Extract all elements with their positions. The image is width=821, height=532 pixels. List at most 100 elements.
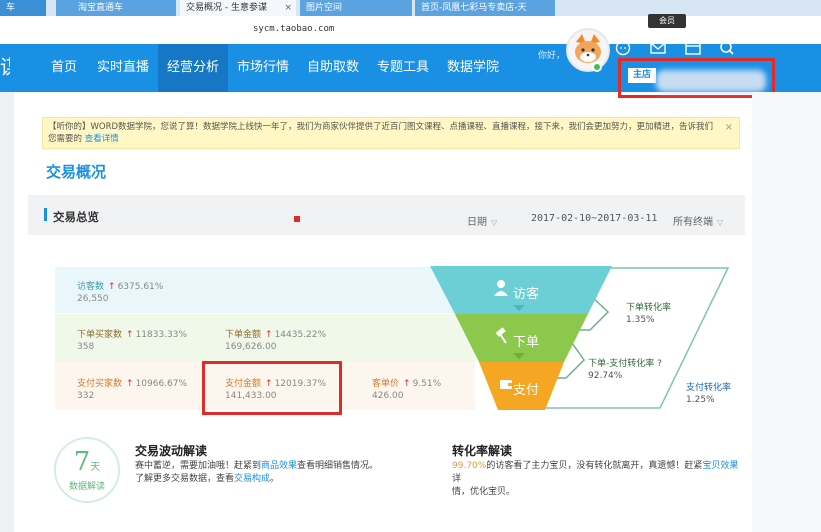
browser-tab-strip: 车 淘宝直通车 交易概况 - 生意参谋 × 图片空间 首页-凤凰七彩马专卖店-天 bbox=[0, 0, 821, 16]
funnel-order-label: 下单 bbox=[513, 335, 540, 350]
metric-label: 支付买家数 bbox=[77, 379, 123, 389]
order-pay-conversion-rate: 下单-支付转化率 ? 92.74% bbox=[588, 358, 662, 382]
nav-item-tools[interactable]: 专题工具 bbox=[370, 44, 436, 92]
metric-value: 358 bbox=[77, 342, 95, 352]
nav-item-realtime[interactable]: 实时直播 bbox=[90, 44, 156, 92]
order-row: 下单买家数 ↑ 11833.33% 358 下单金额 ↑ 14435.22% 169,6… bbox=[55, 314, 475, 362]
metric-change: 6375.61% bbox=[117, 282, 164, 292]
annotation-box bbox=[202, 361, 342, 415]
rate-label: 下单转化率 bbox=[626, 303, 672, 313]
browser-tab[interactable]: 淘宝直通车 bbox=[56, 0, 176, 16]
metric-value: 169,626.00 bbox=[225, 342, 277, 352]
visitors-row: 访客数 ↑ 6375.61% 26,550 bbox=[55, 267, 475, 313]
section-title: 交易总览 bbox=[53, 210, 99, 224]
metric-avg-price: 客单价 ↑ 9.51% 426.00 bbox=[372, 376, 441, 401]
rate-value: 1.35% bbox=[626, 315, 655, 325]
date-label: 日期 bbox=[467, 217, 487, 228]
greeting: 你好， bbox=[538, 51, 566, 61]
browser-tab-active[interactable]: 交易概况 - 生意参谋 × bbox=[180, 0, 296, 16]
conversion-percent: 99.70% bbox=[452, 461, 487, 471]
volatility-title: 交易波动解读 bbox=[135, 444, 208, 458]
hammer-icon bbox=[495, 327, 507, 344]
up-arrow-icon: ↑ bbox=[126, 379, 134, 389]
up-arrow-icon: ↑ bbox=[403, 379, 411, 389]
metric-change: 11833.33% bbox=[135, 330, 188, 340]
metric-value: 332 bbox=[77, 391, 95, 401]
date-dropdown[interactable]: 日期 ▽ bbox=[467, 213, 497, 228]
metric-change: 14435.22% bbox=[274, 330, 327, 340]
metric-label: 下单金额 bbox=[225, 330, 262, 340]
metric-visitors: 访客数 ↑ 6375.61% 26,550 bbox=[77, 279, 163, 304]
metric-change: 9.51% bbox=[412, 379, 442, 389]
chat-icon[interactable] bbox=[613, 38, 633, 58]
order-pay-bracket bbox=[553, 342, 585, 379]
metric-label: 下单买家数 bbox=[77, 330, 123, 340]
funnel-visit-label: 访客 bbox=[513, 287, 540, 302]
seven-day-badge[interactable]: 7天 数据解读 bbox=[54, 437, 120, 503]
notice-text: 【听你的】WORD数据学院，您说了算！数据学院上线快一年了，我们为商家伙伴提供了… bbox=[48, 122, 714, 144]
conversion-title: 转化率解读 bbox=[452, 444, 513, 458]
rate-label: 下单-支付转化率 bbox=[588, 359, 655, 369]
browser-tab[interactable]: 图片空间 bbox=[300, 0, 412, 16]
metric-value: 26,550 bbox=[77, 294, 109, 304]
calendar-icon[interactable] bbox=[683, 38, 703, 58]
online-status-icon bbox=[592, 62, 602, 72]
right-gutter bbox=[752, 92, 821, 532]
up-arrow-icon: ↑ bbox=[108, 282, 116, 292]
metric-label: 客单价 bbox=[372, 379, 400, 389]
mail-icon[interactable] bbox=[648, 38, 668, 58]
wallet-icon bbox=[500, 380, 513, 389]
arrow-right-icon bbox=[551, 374, 560, 382]
page-title: 交易概况 bbox=[46, 163, 107, 181]
shop-tag[interactable]: 主店 bbox=[628, 68, 657, 83]
metric-pay-buyers: 支付买家数 ↑ 10966.67% 332 bbox=[77, 376, 187, 401]
nav-item-self-service[interactable]: 自助取数 bbox=[300, 44, 366, 92]
metric-value: 426.00 bbox=[372, 391, 404, 401]
transaction-composition-link[interactable]: 交易构成 bbox=[234, 474, 270, 484]
metric-order-amount: 下单金额 ↑ 14435.22% 169,626.00 bbox=[225, 327, 326, 352]
badge-number: 7天 bbox=[73, 447, 101, 477]
close-icon[interactable]: × bbox=[284, 0, 292, 16]
fox-avatar-icon bbox=[575, 34, 601, 63]
tab-title: 交易概况 - 生意参谋 bbox=[186, 3, 267, 13]
funnel-pay-label: 支付 bbox=[513, 383, 540, 398]
metric-change: 10966.67% bbox=[135, 379, 188, 389]
tooltip: 会员 bbox=[648, 14, 686, 28]
volatility-text: 赛中蓄逆，需要加油哦！赶紧到商品效果查看明细销售情况。 了解更多交易数据，查看交… bbox=[135, 461, 379, 484]
order-conversion-rate: 下单转化率 1.35% bbox=[626, 302, 671, 326]
rate-label: 支付转化率 bbox=[686, 383, 732, 393]
terminal-dropdown[interactable]: 所有终端 ▽ bbox=[673, 213, 723, 228]
help-icon[interactable]: ? bbox=[657, 359, 662, 369]
browser-tab[interactable]: 首页-凤凰七彩马专卖店-天 bbox=[415, 0, 555, 16]
up-arrow-icon: ↑ bbox=[126, 330, 134, 340]
metric-label: 访客数 bbox=[77, 282, 105, 292]
badge-text: 数据解读 bbox=[68, 482, 105, 492]
user-icon bbox=[494, 280, 508, 296]
terminal-label: 所有终端 bbox=[673, 217, 713, 228]
browser-tab[interactable]: 车 bbox=[0, 0, 46, 16]
rate-value: 92.74% bbox=[588, 371, 623, 381]
nav-item-home[interactable]: 首页 bbox=[40, 44, 88, 92]
item-effect-link[interactable]: 宝贝效果 bbox=[702, 461, 738, 471]
marker-dot bbox=[294, 216, 300, 222]
date-range[interactable]: 2017-02-10~2017-03-11 bbox=[531, 213, 657, 224]
search-icon[interactable] bbox=[717, 38, 737, 58]
logo[interactable]: 谋 bbox=[0, 52, 10, 82]
metric-order-buyers: 下单买家数 ↑ 11833.33% 358 bbox=[77, 327, 187, 352]
rate-value: 1.25% bbox=[686, 395, 715, 405]
nav-item-business-analysis[interactable]: 经营分析 bbox=[158, 44, 228, 92]
notice-banner: 【听你的】WORD数据学院，您说了算！数据学院上线快一年了，我们为商家伙伴提供了… bbox=[42, 117, 740, 149]
close-icon[interactable]: × bbox=[725, 122, 733, 134]
section-accent bbox=[44, 208, 47, 221]
nav-item-market[interactable]: 市场行情 bbox=[230, 44, 296, 92]
notice-details-link[interactable]: 查看详情 bbox=[85, 134, 119, 144]
avatar[interactable] bbox=[566, 28, 610, 72]
chevron-down-icon: ▽ bbox=[717, 218, 724, 227]
order-conversion-bracket bbox=[553, 294, 610, 331]
conversion-text: 99.70%的访客看了主力宝贝，没有转化就离开，真遗憾！赶紧宝贝效果详 情，优化… bbox=[452, 461, 739, 497]
url-text: sycm.taobao.com bbox=[253, 24, 335, 34]
chevron-down-icon: ▽ bbox=[491, 218, 498, 227]
nav-item-academy[interactable]: 数据学院 bbox=[440, 44, 506, 92]
product-effect-link[interactable]: 商品效果 bbox=[261, 461, 297, 471]
left-gutter bbox=[0, 92, 14, 532]
